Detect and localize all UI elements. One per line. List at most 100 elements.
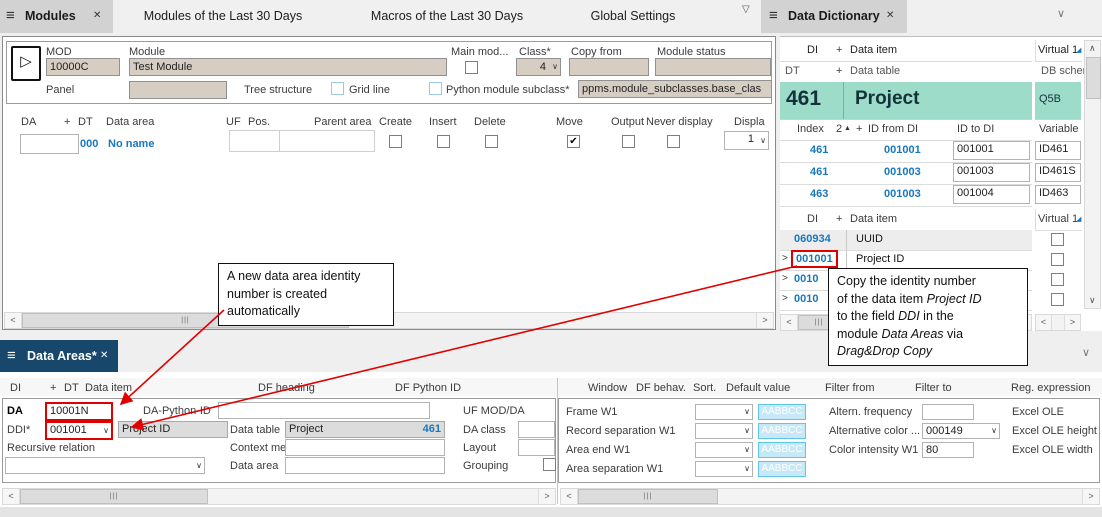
virtual-checkbox[interactable]	[1051, 273, 1064, 286]
parent-area-input[interactable]	[279, 130, 375, 152]
main-mod-checkbox[interactable]	[465, 61, 478, 74]
data-area-value[interactable]: No name	[108, 138, 154, 150]
mod-field[interactable]: 10000C	[46, 58, 120, 76]
index-row[interactable]: 461 001003 001003	[780, 162, 1032, 185]
color-intensity-input[interactable]: 80	[922, 442, 974, 458]
add-row-icon[interactable]: +	[64, 116, 70, 128]
scroll-right-icon[interactable]: >	[538, 489, 555, 504]
add-item-icon[interactable]: +	[836, 213, 842, 225]
virtual-checkbox[interactable]	[1051, 293, 1064, 306]
create-checkbox[interactable]	[389, 135, 402, 148]
never-display-checkbox[interactable]	[667, 135, 680, 148]
scroll-left-icon[interactable]: <	[1036, 315, 1052, 330]
df-heading-input[interactable]	[218, 402, 430, 419]
area-end-w1-colorbox[interactable]: AABBCC	[758, 442, 806, 458]
scroll-up-icon[interactable]: ∧	[1089, 43, 1096, 54]
id-to-input[interactable]: 001001	[953, 141, 1030, 160]
expand-icon[interactable]: >	[782, 293, 788, 304]
selected-table-row[interactable]: 461 Project	[780, 82, 1032, 120]
python-subclass-checkbox[interactable]	[429, 82, 442, 95]
scroll-thumb[interactable]	[1086, 57, 1101, 99]
dict-virtual-h-scrollbar[interactable]: < >	[1035, 314, 1081, 331]
tab-modules-last-30-days[interactable]: Modules of the Last 30 Days	[127, 0, 319, 33]
scroll-down-icon[interactable]: ∨	[1089, 295, 1096, 306]
python-subclass-field[interactable]: ppms.module_subclasses.base_clas	[578, 80, 772, 98]
ddi-select[interactable]: 001001 ∨	[45, 421, 113, 440]
index-header-row[interactable]: Index 2 ▲ + ID from DI ID to DI	[780, 121, 1032, 141]
record-separation-w1-colorbox[interactable]: AABBCC	[758, 423, 806, 439]
copy-from-field[interactable]	[569, 58, 649, 76]
add-table-icon[interactable]: +	[836, 65, 842, 77]
area-separation-w1-colorbox[interactable]: AABBCC	[758, 461, 806, 477]
recursive-relation-select[interactable]: ∨	[5, 457, 205, 474]
module-status-field[interactable]	[655, 58, 771, 76]
di-value-highlighted[interactable]: 001001	[791, 250, 838, 268]
dict-v-scrollbar[interactable]: ∧ ∨	[1084, 40, 1101, 309]
add-index-icon[interactable]: +	[856, 123, 862, 135]
frame-w1-colorbox[interactable]: AABBCC	[758, 404, 806, 420]
frame-w1-select[interactable]: ∨	[695, 404, 753, 420]
id-to-input[interactable]: 001004	[953, 185, 1030, 204]
expand-icon[interactable]: >	[782, 273, 788, 284]
add-row-icon[interactable]: +	[50, 382, 56, 394]
uf-input[interactable]	[229, 130, 280, 152]
close-icon[interactable]: ✕	[93, 10, 101, 21]
insert-checkbox[interactable]	[437, 135, 450, 148]
area-separation-w1-select[interactable]: ∨	[695, 461, 753, 477]
da-class-input[interactable]	[518, 421, 555, 438]
scroll-left-icon[interactable]: <	[561, 489, 578, 504]
scroll-thumb[interactable]: |||	[578, 489, 718, 504]
tab-macros-last-30-days[interactable]: Macros of the Last 30 Days	[355, 0, 539, 33]
menu-icon[interactable]: ≡	[769, 7, 778, 24]
tab-data-dictionary[interactable]: ≡ Data Dictionary ✕	[761, 0, 907, 33]
context-menu-input[interactable]	[285, 439, 445, 456]
virtual-checkbox[interactable]	[1051, 233, 1064, 246]
grid-line-checkbox[interactable]	[331, 82, 344, 95]
menu-icon[interactable]: ≡	[7, 347, 16, 364]
display-select[interactable]: 1 ∨	[724, 131, 769, 150]
tab-data-areas[interactable]: ≡ Data Areas* ✕	[0, 340, 118, 372]
areas-left-h-scrollbar[interactable]: < ||| >	[2, 488, 556, 505]
scroll-left-icon[interactable]: <	[781, 315, 798, 330]
virtual-checkbox[interactable]	[1051, 253, 1064, 266]
scroll-right-icon[interactable]: >	[1082, 489, 1099, 504]
class-select[interactable]: 4 ∨	[516, 58, 561, 76]
expand-icon[interactable]: >	[782, 253, 788, 264]
id-to-input[interactable]: 001003	[953, 163, 1030, 182]
close-icon[interactable]: ✕	[886, 10, 894, 21]
tab-modules[interactable]: ≡ Modules ✕	[0, 0, 113, 33]
scroll-thumb[interactable]: |||	[20, 489, 208, 504]
alternative-color-select[interactable]: 000149 ∨	[922, 423, 1000, 439]
area-end-w1-select[interactable]: ∨	[695, 442, 753, 458]
variable-input[interactable]: ID463	[1035, 185, 1081, 204]
scroll-left-icon[interactable]: <	[3, 489, 20, 504]
layout-input[interactable]	[518, 439, 555, 456]
panel-collapse-icon[interactable]: ∨	[1082, 346, 1090, 359]
add-item-icon[interactable]: +	[836, 44, 842, 56]
areas-right-h-scrollbar[interactable]: < ||| >	[560, 488, 1100, 505]
delete-checkbox[interactable]	[485, 135, 498, 148]
virtual-header-cell[interactable]: Virtual 1 ◢	[1035, 40, 1082, 62]
grouping-checkbox[interactable]	[543, 458, 556, 471]
panel-collapse-icon[interactable]: ∨	[1057, 7, 1065, 20]
tab-global-settings[interactable]: Global Settings	[577, 0, 689, 33]
da-field[interactable]: 10001N	[45, 402, 113, 421]
module-field[interactable]: Test Module	[129, 58, 447, 76]
variable-input[interactable]: ID461S	[1035, 163, 1081, 182]
menu-icon[interactable]: ≡	[6, 7, 15, 24]
index-row[interactable]: 463 001003 001004	[780, 184, 1032, 207]
virtual-header-cell[interactable]: Virtual 1 ◢	[1035, 209, 1082, 231]
variable-input[interactable]: ID461	[1035, 141, 1081, 160]
output-checkbox[interactable]	[622, 135, 635, 148]
run-module-button[interactable]: ▷	[11, 46, 41, 81]
data-area-input[interactable]	[285, 457, 445, 474]
move-checkbox[interactable]: ✔	[567, 135, 580, 148]
index-row[interactable]: 461 001001 001001	[780, 140, 1032, 163]
tab-group-menu-icon[interactable]: ▽	[742, 4, 750, 15]
data-item-row[interactable]: 060934 UUID	[780, 230, 1032, 251]
altern-frequency-input[interactable]	[922, 404, 974, 420]
scroll-right-icon[interactable]: >	[1064, 315, 1080, 330]
da-input[interactable]	[20, 134, 79, 154]
panel-field[interactable]	[129, 81, 227, 99]
scroll-right-icon[interactable]: >	[756, 313, 773, 328]
